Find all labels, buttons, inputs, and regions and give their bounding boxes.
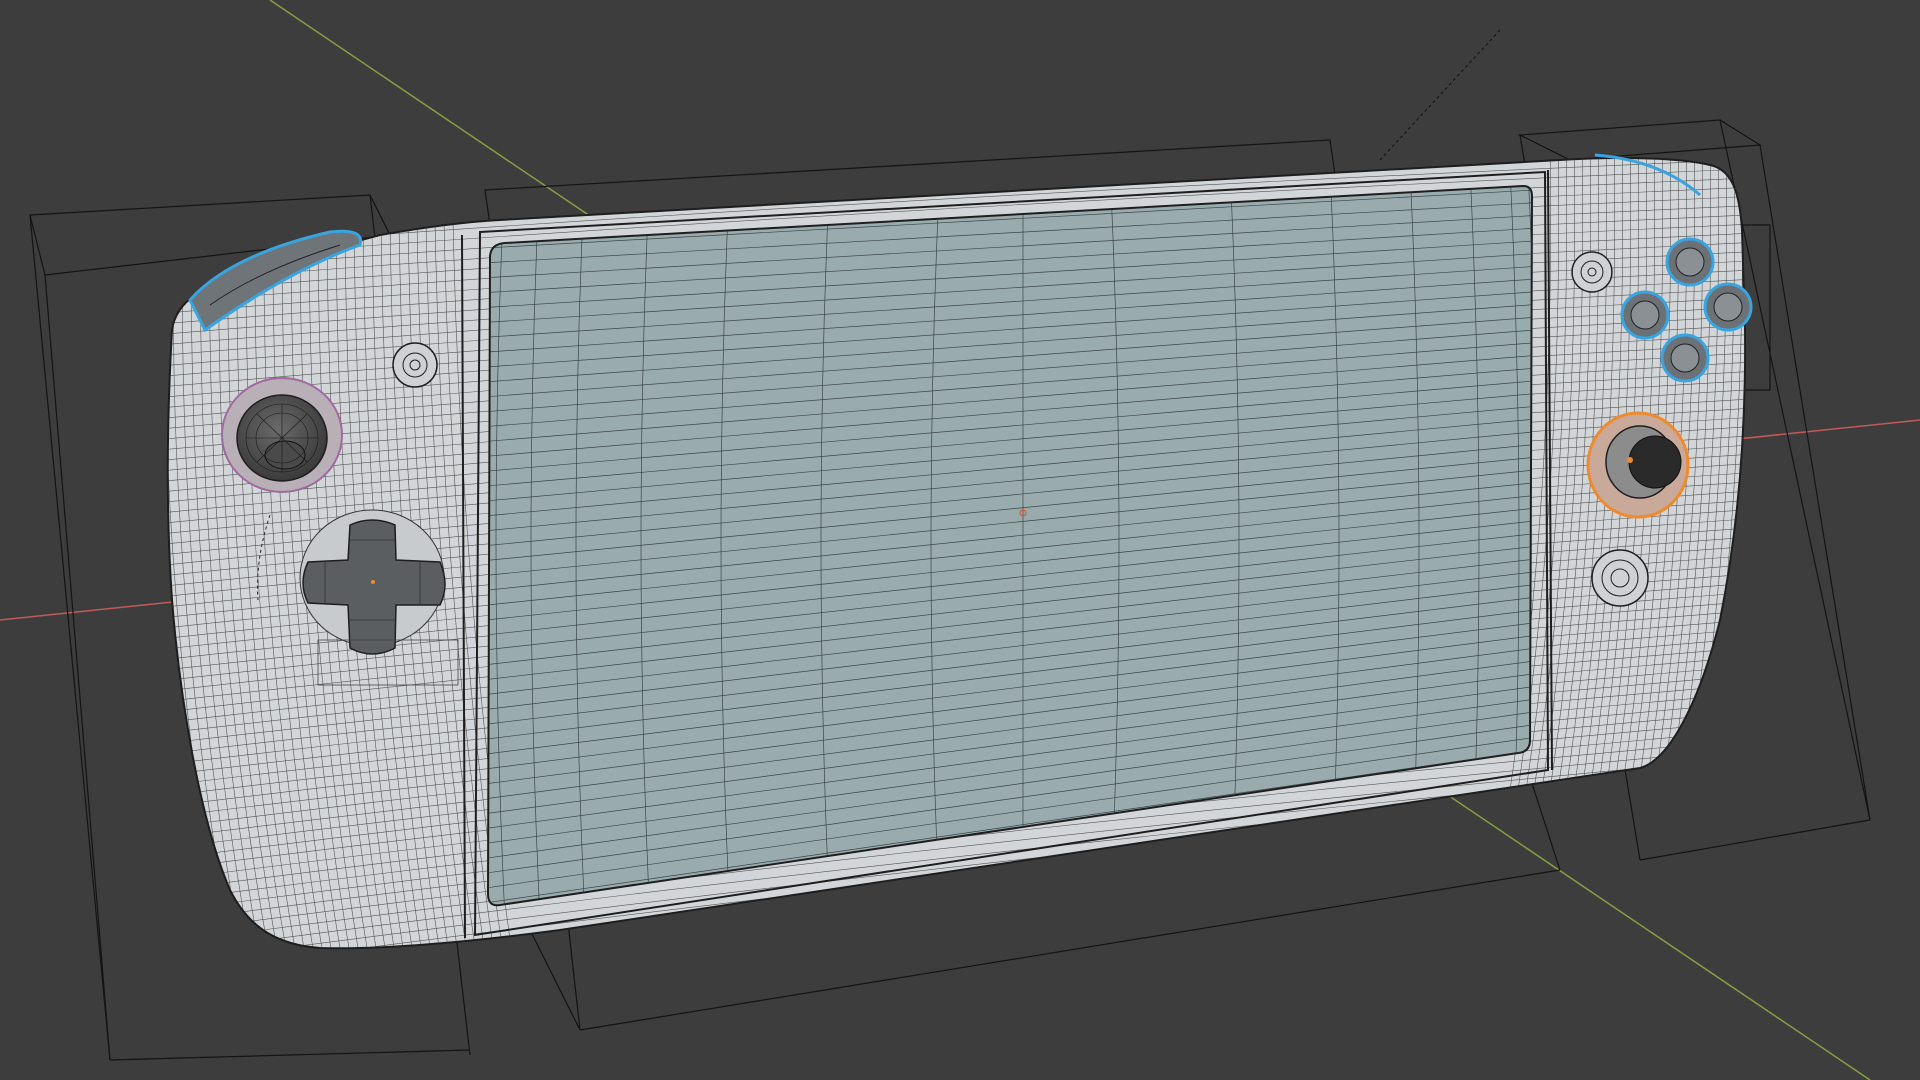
analog-stick-left[interactable] [221,377,343,493]
viewport-scene[interactable] [0,0,1920,1080]
analog-stick-right[interactable] [1586,411,1690,519]
face-button-b[interactable] [1703,282,1753,332]
menu-button-left[interactable] [392,342,438,388]
face-button-x[interactable] [1620,290,1670,340]
face-button-a[interactable] [1660,333,1710,383]
view-direction-line [1379,29,1501,161]
home-button[interactable] [1591,549,1649,607]
3d-viewport[interactable] [0,0,1920,1080]
face-button-y[interactable] [1665,237,1715,287]
menu-button-right[interactable] [1571,251,1613,293]
